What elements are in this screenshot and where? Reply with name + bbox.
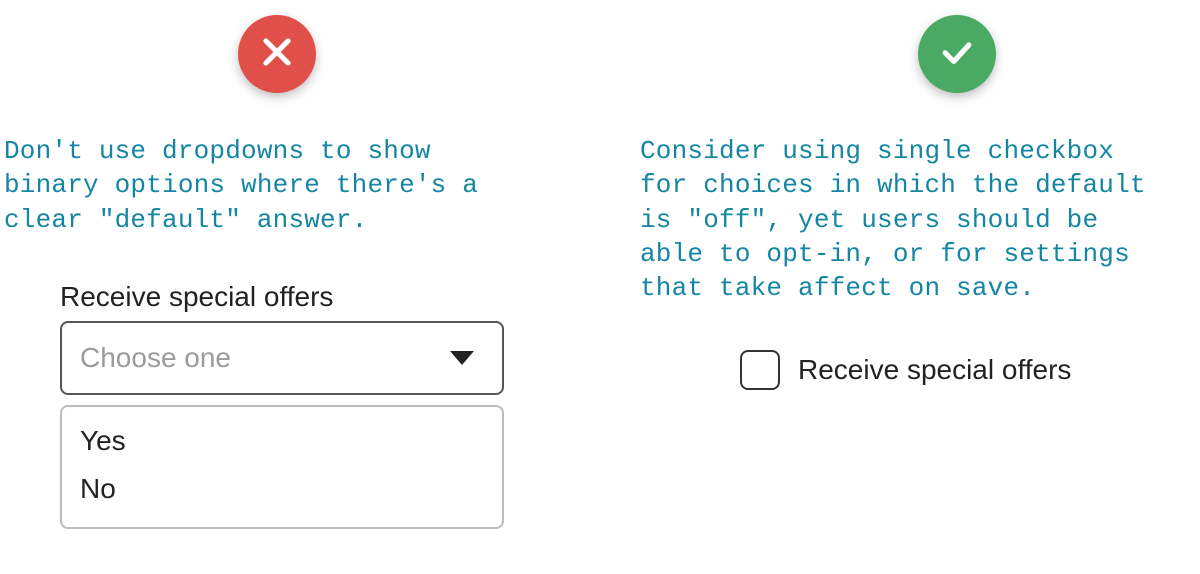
dont-badge (238, 15, 316, 93)
offers-checkbox[interactable] (740, 350, 780, 390)
cross-icon (258, 33, 296, 76)
dropdown-example: Receive special offers Choose one Yes No (60, 281, 504, 529)
dropdown-placeholder: Choose one (80, 342, 231, 374)
check-icon (938, 33, 976, 76)
do-badge (918, 15, 996, 93)
dropdown-field-label: Receive special offers (60, 281, 504, 313)
chevron-down-icon (450, 351, 474, 365)
dropdown-options-panel: Yes No (60, 405, 504, 529)
do-advice-text: Consider using single checkbox for choic… (640, 134, 1196, 306)
do-column: Consider using single checkbox for choic… (636, 4, 1196, 529)
checkbox-example: Receive special offers (740, 350, 1196, 390)
offers-checkbox-label: Receive special offers (798, 354, 1071, 386)
dropdown-option-no[interactable]: No (62, 465, 502, 513)
dropdown-option-yes[interactable]: Yes (62, 417, 502, 465)
dont-column: Don't use dropdowns to show binary optio… (0, 4, 588, 529)
dont-advice-text: Don't use dropdowns to show binary optio… (4, 134, 588, 237)
dropdown-select[interactable]: Choose one (60, 321, 504, 395)
